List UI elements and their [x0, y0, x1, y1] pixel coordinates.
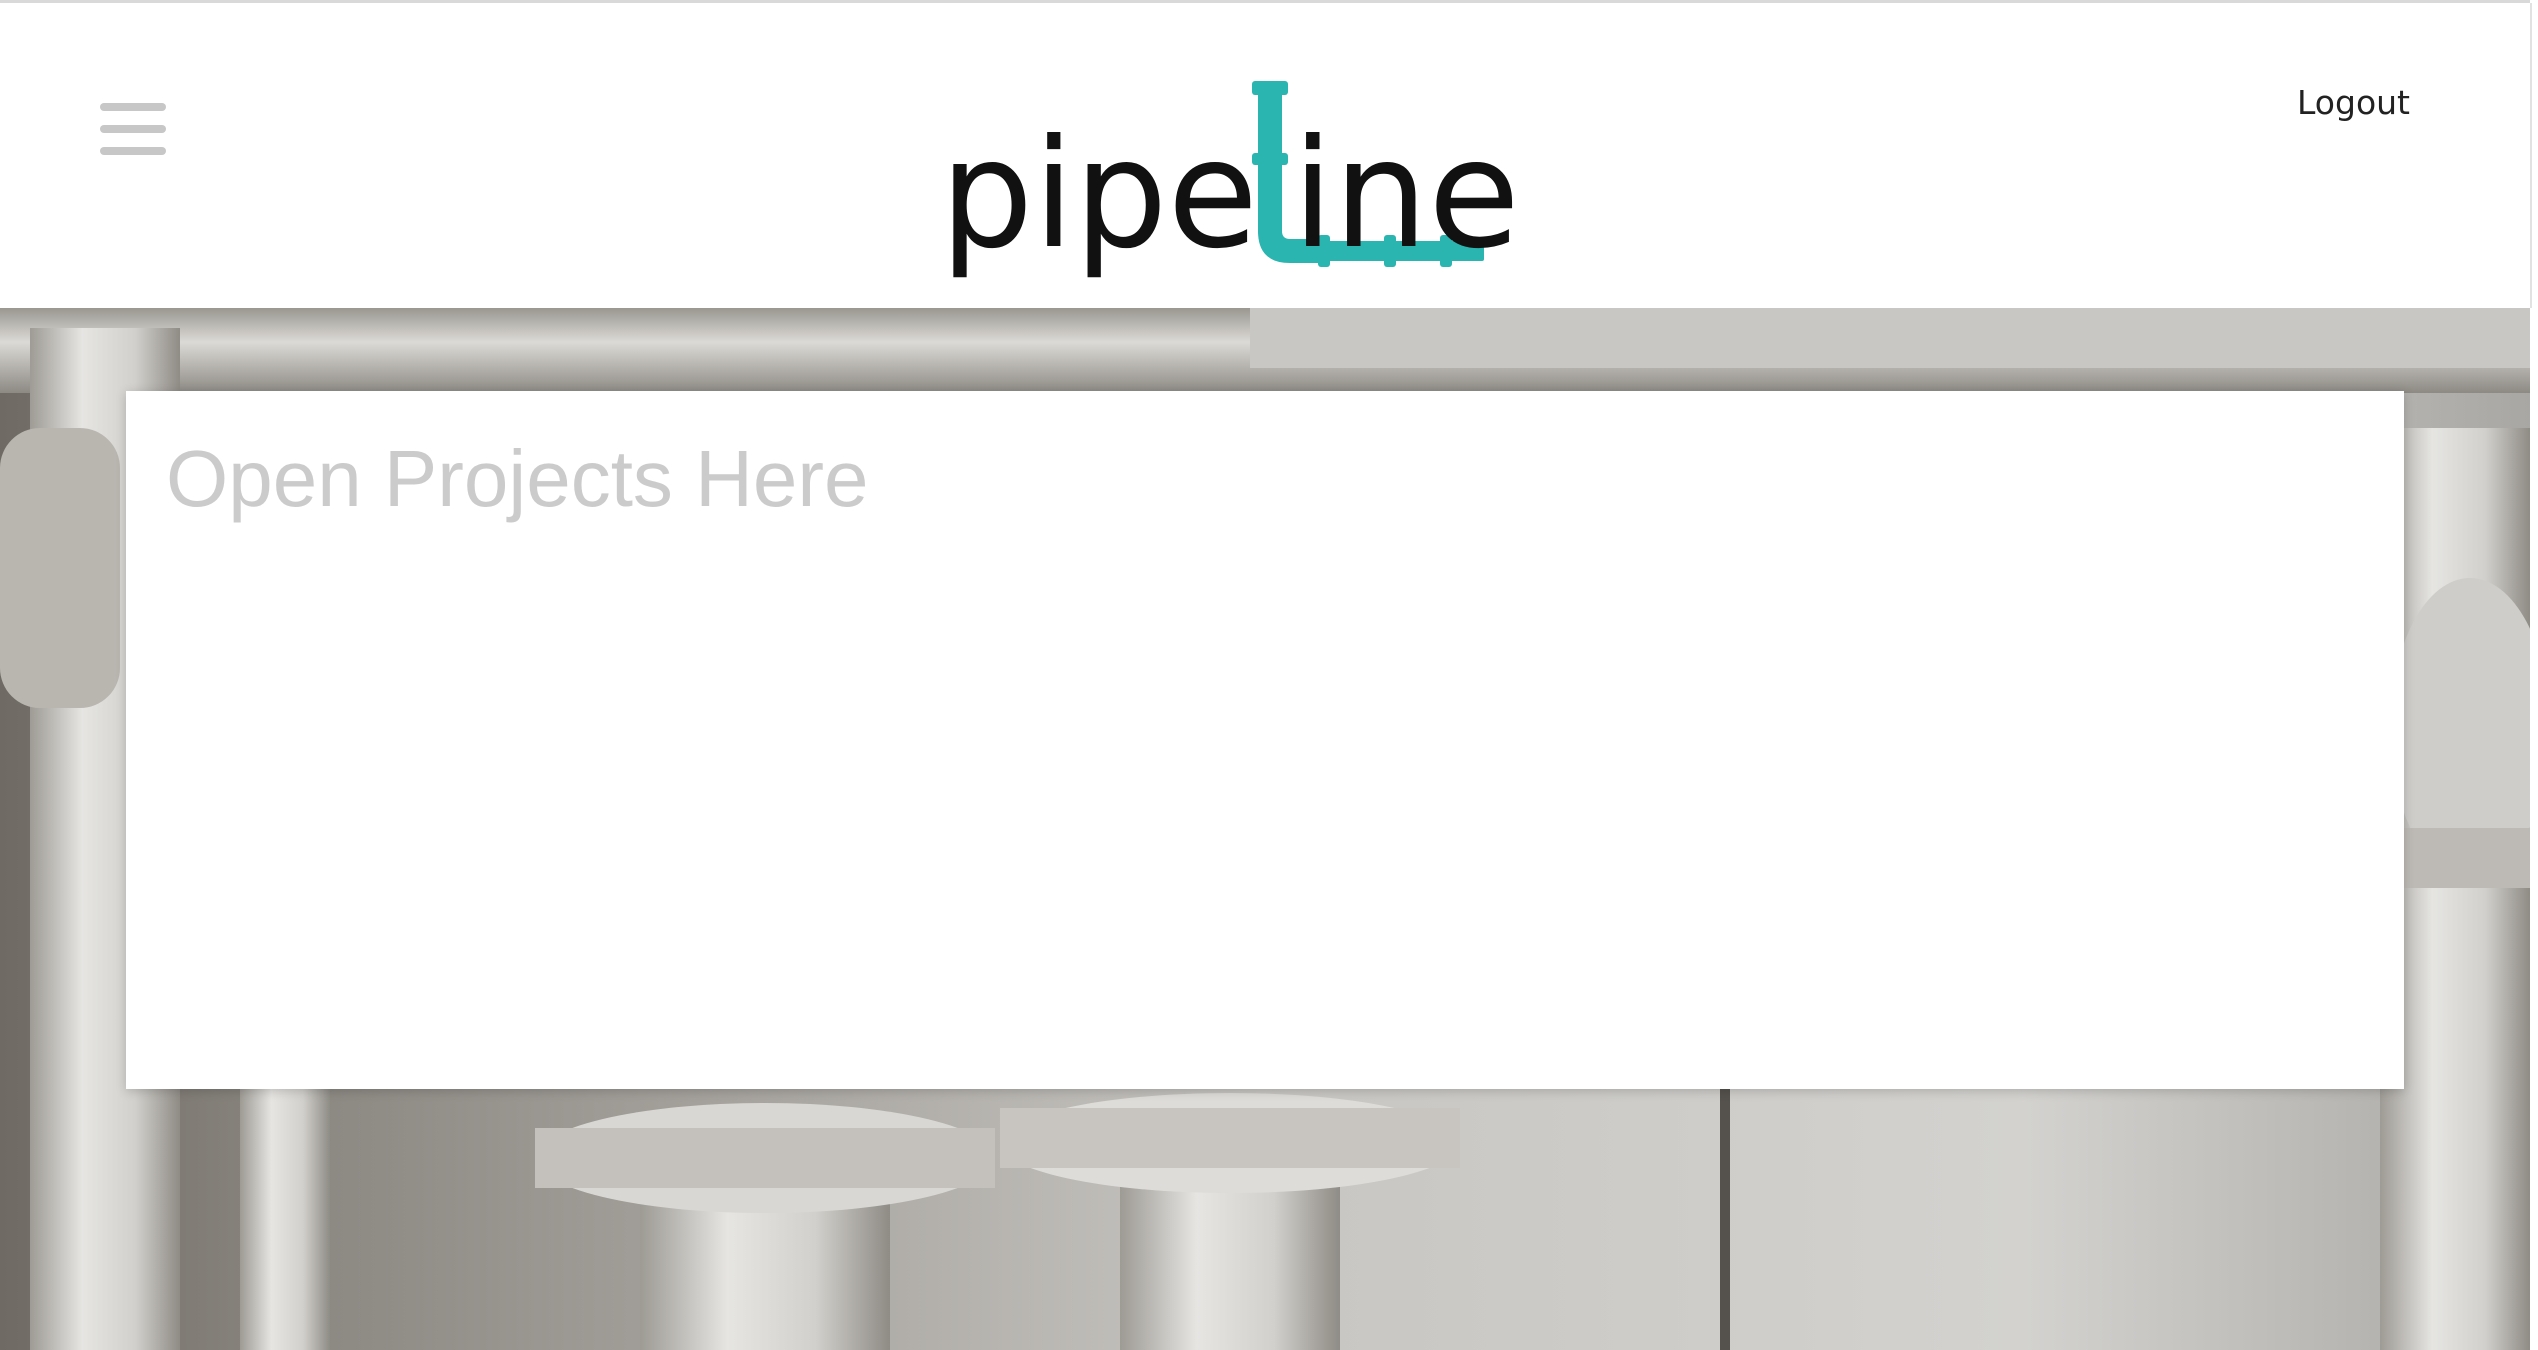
- pipeline-logo[interactable]: pipe ine: [940, 81, 1520, 287]
- top-header: pipe ine Logout: [0, 3, 2532, 308]
- open-projects-panel[interactable]: Open Projects Here: [126, 391, 2404, 1089]
- panel-title: Open Projects Here: [166, 434, 869, 523]
- logo-text-ine: ine: [1292, 108, 1520, 282]
- menu-bar-bottom: [100, 147, 166, 155]
- menu-bar-middle: [100, 125, 166, 133]
- logout-link[interactable]: Logout: [2297, 83, 2410, 122]
- hero-section: Open Projects Here: [0, 308, 2530, 1350]
- menu-bar-top: [100, 103, 166, 111]
- hamburger-menu-icon[interactable]: [100, 103, 168, 155]
- logo-text-pipe: pipe: [940, 108, 1258, 282]
- app-page: pipe ine Logout Open Projects Here: [0, 0, 2538, 1350]
